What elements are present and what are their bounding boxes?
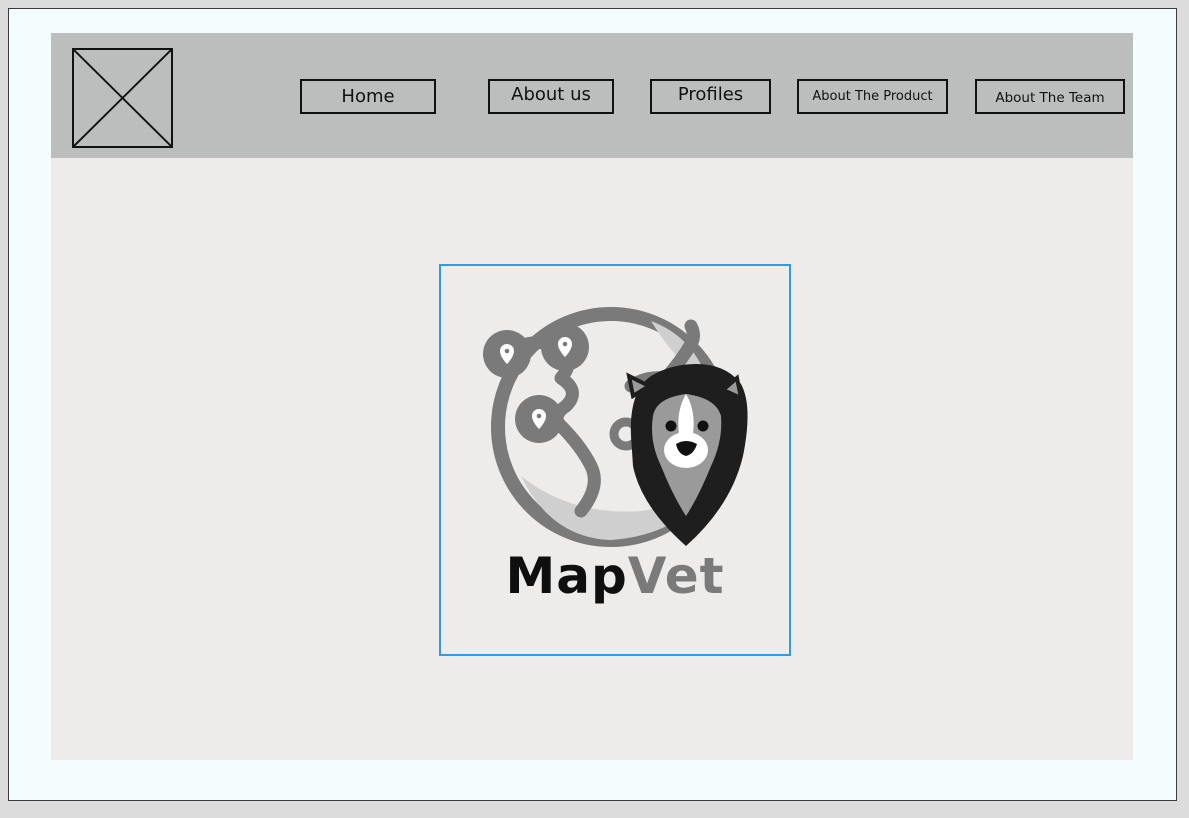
nav-about-us-button[interactable]: About us <box>488 79 614 114</box>
nav-about-team-button[interactable]: About The Team <box>975 79 1125 114</box>
brand-map-text: Map <box>505 547 628 605</box>
brand-wordmark: MapVet <box>441 551 789 601</box>
hero-logo-frame[interactable]: MapVet <box>439 264 791 656</box>
nav-profiles-button[interactable]: Profiles <box>650 79 771 114</box>
image-placeholder-icon[interactable] <box>72 48 173 148</box>
nav-about-product-button[interactable]: About The Product <box>797 79 948 114</box>
nav-home-button[interactable]: Home <box>300 79 436 114</box>
brand-vet-text: Vet <box>627 547 725 605</box>
